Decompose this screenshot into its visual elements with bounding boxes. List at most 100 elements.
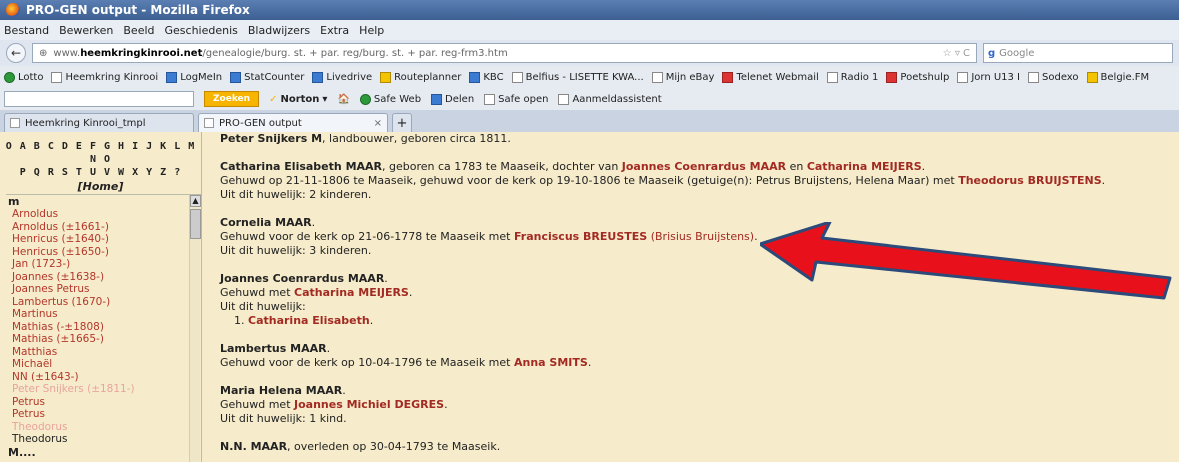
name-list-item[interactable]: Arnoldus: [6, 208, 202, 221]
bookmark-logmein[interactable]: LogMeIn: [166, 71, 222, 83]
name-list-item[interactable]: NN (±1643-): [6, 371, 202, 384]
name-list-item[interactable]: Mathias (±1665-): [6, 333, 202, 346]
bookmark-belfius[interactable]: Belfius - LISETTE KWA...: [511, 71, 644, 83]
scrollbar[interactable]: ▲: [189, 195, 201, 462]
menu-bladwijzers[interactable]: Bladwijzers: [248, 24, 310, 37]
google-icon: g: [988, 47, 996, 59]
bookmark-routeplanner[interactable]: Routeplanner: [380, 71, 461, 83]
person-link[interactable]: Joannes Coenrardus MAAR: [622, 160, 786, 173]
person-entry: Peter Snijkers M, landbouwer, geboren ci…: [220, 132, 511, 145]
menu-geschiedenis[interactable]: Geschiedenis: [165, 24, 238, 37]
bookmark-lotto[interactable]: Lotto: [4, 71, 43, 83]
alias-text: (Brisius Bruijstens): [647, 230, 755, 243]
globe-icon: ⊕: [39, 47, 48, 59]
sp-icon: [957, 71, 969, 83]
safeopen-icon: [484, 93, 496, 105]
name-list-item[interactable]: Arnoldus (±1661-): [6, 221, 202, 234]
delen-button[interactable]: Delen: [431, 93, 474, 105]
scroll-thumb[interactable]: [190, 209, 201, 239]
menu-beeld[interactable]: Beeld: [123, 24, 154, 37]
name-index-frame: O A B C D E F G H I J K L M N O P Q R S …: [0, 132, 202, 462]
chevron-down-icon: ▾: [322, 93, 328, 105]
logmein-icon: [166, 71, 178, 83]
norton-button[interactable]: ✓ Norton ▾: [269, 94, 327, 105]
bookmark-jorn[interactable]: Jorn U13 I: [957, 71, 1020, 83]
menu-help[interactable]: Help: [359, 24, 384, 37]
list-header: m: [8, 195, 20, 208]
safeweb-button[interactable]: Safe Web: [359, 93, 421, 105]
close-tab-icon[interactable]: ×: [374, 118, 382, 129]
name-list-item[interactable]: Peter Snijkers (±1811-): [6, 383, 202, 396]
name-list-item[interactable]: Theodorus: [6, 421, 202, 434]
bookmark-poetshulp[interactable]: Poetshulp: [886, 71, 949, 83]
bookmark-belgiefm[interactable]: Belgie.FM: [1086, 71, 1149, 83]
name-list-item[interactable]: Jan (1723-): [6, 258, 202, 271]
radio-icon: [826, 71, 838, 83]
person-link[interactable]: Franciscus BREUSTES: [514, 230, 647, 243]
page-icon: [1028, 71, 1040, 83]
statcounter-icon: [230, 71, 242, 83]
tab-progen-output[interactable]: PRO-GEN output ×: [198, 113, 388, 132]
name-list-item[interactable]: Lambertus (1670-): [6, 296, 202, 309]
bookmark-radio1[interactable]: Radio 1: [826, 71, 878, 83]
child-link[interactable]: Catharina Elisabeth: [248, 314, 370, 327]
aanmeld-button[interactable]: Aanmeldassistent: [558, 93, 662, 105]
name-list-item[interactable]: Petrus: [6, 408, 202, 421]
belgiefm-icon: [1086, 71, 1098, 83]
name-list-item[interactable]: Joannes (±1638-): [6, 271, 202, 284]
url-bar-controls[interactable]: ☆ ▿ C: [943, 48, 970, 59]
facebook-icon: [431, 93, 443, 105]
norton-toolbar: Zoeken ✓ Norton ▾ 🏠 Safe Web Delen Safe op…: [0, 88, 1179, 110]
home-link[interactable]: [Home]: [0, 180, 201, 193]
person-entry: Lambertus MAAR. Gehuwd voor de kerk op 1…: [220, 342, 592, 369]
tab-heemkring[interactable]: Heemkring Kinrooi_tmpl: [4, 113, 194, 132]
navigation-bar: ← ⊕ www.heemkringkinrooi.net/genealogie/…: [0, 40, 1179, 66]
scroll-up-icon[interactable]: ▲: [190, 195, 201, 207]
search-box[interactable]: g Google: [983, 43, 1173, 63]
name-list-item[interactable]: Henricus (±1650-): [6, 246, 202, 259]
menu-bewerken[interactable]: Bewerken: [59, 24, 113, 37]
page-icon: [511, 71, 523, 83]
menu-bestand[interactable]: Bestand: [4, 24, 49, 37]
name-list-item[interactable]: Henricus (±1640-): [6, 233, 202, 246]
person-entry: N.N. MAAR, overleden op 30-04-1793 te Ma…: [220, 440, 501, 453]
routeplanner-icon: [380, 71, 392, 83]
menu-extra[interactable]: Extra: [320, 24, 349, 37]
back-button[interactable]: ←: [6, 43, 26, 63]
person-link[interactable]: Joannes Michiel DEGRES: [294, 398, 444, 411]
zoeken-button[interactable]: Zoeken: [204, 91, 260, 107]
alphabet-index[interactable]: O A B C D E F G H I J K L M N O P Q R S …: [0, 132, 201, 179]
url-text: www.heemkringkinrooi.net/genealogie/burg…: [53, 47, 508, 59]
new-tab-button[interactable]: +: [392, 113, 412, 132]
name-list-item[interactable]: Mathias (-±1808): [6, 321, 202, 334]
name-list-item[interactable]: Michaël: [6, 358, 202, 371]
person-link[interactable]: Catharina MEIJERS: [294, 286, 409, 299]
telenet-icon: [722, 71, 734, 83]
bookmark-kbc[interactable]: KBC: [469, 71, 504, 83]
bookmark-sodexo[interactable]: Sodexo: [1028, 71, 1079, 83]
person-link[interactable]: Theodorus BRUIJSTENS: [958, 174, 1101, 187]
kbc-icon: [469, 71, 481, 83]
bookmark-telenet[interactable]: Telenet Webmail: [722, 71, 819, 83]
person-entry: Catharina Elisabeth MAAR, geboren ca 178…: [220, 160, 1106, 201]
bookmark-livedrive[interactable]: Livedrive: [312, 71, 372, 83]
name-list-item[interactable]: Petrus: [6, 396, 202, 409]
name-list-item[interactable]: Matthias: [6, 346, 202, 359]
name-list-item[interactable]: Theodorus: [6, 433, 202, 446]
name-list-item[interactable]: Joannes Petrus: [6, 283, 202, 296]
home-icon[interactable]: 🏠: [337, 94, 349, 105]
bookmark-ebay[interactable]: Mijn eBay: [651, 71, 714, 83]
norton-check-icon: ✓: [269, 93, 278, 105]
toolbar-search-input[interactable]: [4, 91, 194, 107]
name-list-item[interactable]: Martinus: [6, 308, 202, 321]
url-bar[interactable]: ⊕ www.heemkringkinrooi.net/genealogie/bu…: [32, 43, 977, 63]
person-link[interactable]: Anna SMITS: [514, 356, 588, 369]
safeopen-button[interactable]: Safe open: [484, 93, 548, 105]
safeweb-icon: [359, 93, 371, 105]
red-arrow-annotation: [760, 222, 1172, 300]
bookmark-heemkring[interactable]: Heemkring Kinrooi: [51, 71, 158, 83]
person-link[interactable]: Catharina MEIJERS: [807, 160, 922, 173]
ebay-icon: [651, 71, 663, 83]
bookmark-statcounter[interactable]: StatCounter: [230, 71, 304, 83]
page-icon: [51, 71, 63, 83]
